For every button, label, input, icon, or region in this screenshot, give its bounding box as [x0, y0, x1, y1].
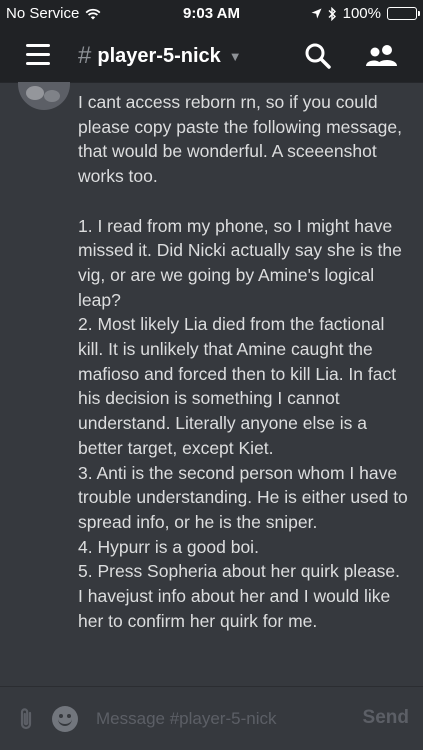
menu-icon[interactable]: [26, 44, 50, 65]
emoji-icon[interactable]: [52, 706, 78, 732]
channel-title[interactable]: # player-5-nick ▼: [78, 42, 242, 70]
hash-icon: #: [78, 42, 92, 69]
channel-header: # player-5-nick ▼: [0, 28, 423, 82]
chevron-down-icon: ▼: [228, 48, 242, 64]
battery-percent: 100%: [342, 5, 381, 22]
send-button[interactable]: Send: [363, 707, 409, 729]
location-icon: [311, 8, 322, 19]
paperclip-icon[interactable]: [16, 707, 36, 731]
message-list[interactable]: I cant access reborn rn, so if you could…: [0, 82, 423, 686]
members-icon[interactable]: [366, 42, 398, 70]
channel-name: player-5-nick: [97, 44, 221, 67]
search-icon[interactable]: [304, 42, 332, 70]
message-content: I cant access reborn rn, so if you could…: [78, 92, 408, 631]
message-input[interactable]: [96, 705, 346, 733]
bluetooth-icon: [328, 6, 336, 21]
message-composer: Send: [0, 686, 423, 750]
avatar[interactable]: [18, 82, 70, 110]
status-bar: No Service 9:03 AM 100%: [0, 0, 423, 28]
battery-icon: [387, 7, 420, 20]
status-right: 100%: [311, 5, 420, 22]
